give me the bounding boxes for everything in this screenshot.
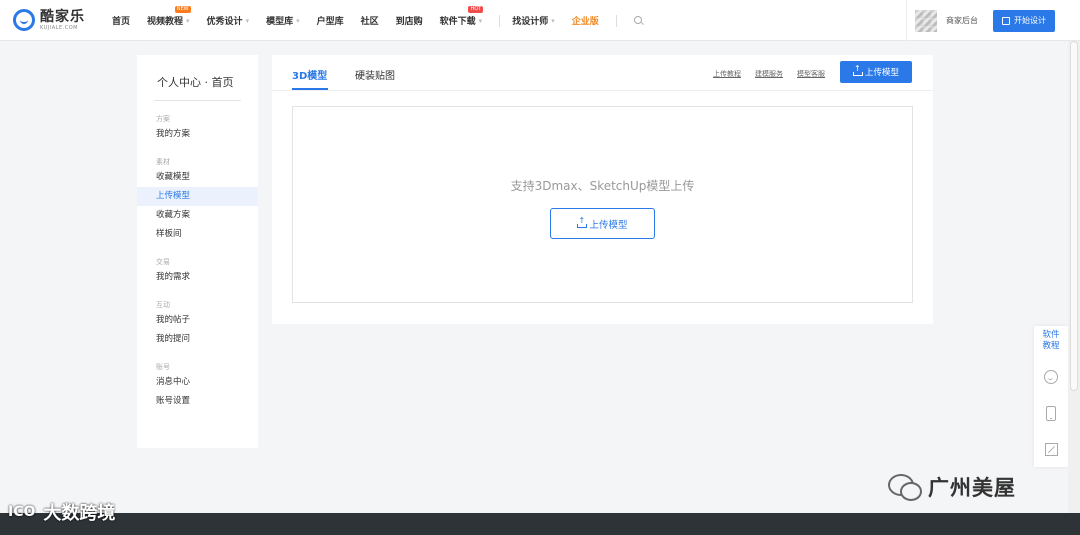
nav-featured-designs[interactable]: 优秀设计 ▾ (207, 14, 250, 28)
chevron-down-icon: ▾ (478, 16, 483, 25)
chevron-down-icon: ▾ (245, 16, 250, 25)
sidebar-divider (154, 100, 241, 101)
nav-floorplan-library[interactable]: 户型库 (317, 14, 344, 27)
watermark-text: 广州美屋 (928, 476, 1016, 500)
sidebar-group-trade: 交易 (156, 258, 170, 266)
page-scrollbar[interactable] (1068, 41, 1080, 513)
upload-icon (852, 64, 863, 76)
nav-enterprise[interactable]: 企业版 (572, 14, 599, 27)
nav-video-tutorials[interactable]: 视频教程 ▾ NEW (147, 6, 191, 27)
sidebar-item-my-requests[interactable]: 我的需求 (137, 268, 258, 287)
sidebar-title[interactable]: 个人中心 · 首页 (137, 55, 258, 100)
main-nav: 首页 视频教程 ▾ NEW 优秀设计 ▾ 模型库 ▾ 户型库 社区 到店购 软件下载 ▾ H… (112, 0, 645, 41)
scrollbar-thumb[interactable] (1070, 41, 1078, 391)
personal-center-sidebar: 个人中心 · 首页 方案 我的方案 素材 收藏模型 上传模型 收藏方案 样板间 … (137, 55, 258, 448)
merchant-backend-link[interactable]: 商家后台 (946, 15, 978, 26)
sidebar-item-message-center[interactable]: 消息中心 (137, 373, 258, 392)
nav-model-library[interactable]: 模型库 ▾ (266, 14, 300, 28)
upload-model-panel: 3D模型 硬装贴图 上传教程 建模服务 模型客服 上传模型 支持3Dmax、Sk… (272, 55, 933, 324)
model-support-link[interactable]: 模型客服 (797, 69, 825, 79)
help-links: 上传教程 建模服务 模型客服 (699, 69, 825, 79)
tab-3d-models[interactable]: 3D模型 (292, 67, 327, 82)
floating-toolbar: 软件 教程 (1034, 326, 1068, 467)
chevron-down-icon: ▾ (296, 16, 300, 25)
nav-find-designer[interactable]: 找设计师 ▾ (512, 14, 555, 28)
logo-name: 酷家乐 (40, 8, 85, 25)
sidebar-group-interaction: 互动 (156, 301, 170, 309)
search-icon[interactable] (633, 15, 645, 27)
nav-software-download[interactable]: 软件下载 ▾ HOT (440, 6, 484, 27)
nav-divider (615, 14, 617, 27)
upload-icon (577, 216, 588, 228)
sidebar-group-materials: 素材 (156, 158, 170, 166)
dropzone-hint: 支持3Dmax、SketchUp模型上传 (510, 179, 695, 193)
mobile-app-button[interactable] (1034, 395, 1068, 431)
software-tutorial-link[interactable]: 软件 教程 (1034, 326, 1068, 359)
upload-tutorial-link[interactable]: 上传教程 (713, 69, 741, 79)
active-tab-indicator (292, 88, 328, 90)
tab-bar: 3D模型 硬装贴图 上传教程 建模服务 模型客服 上传模型 (272, 55, 933, 91)
wechat-watermark: 广州美屋 (888, 472, 1016, 502)
nav-store-purchase[interactable]: 到店购 (396, 14, 423, 27)
tab-hard-decor-textures[interactable]: 硬装贴图 (355, 67, 395, 82)
start-design-button[interactable]: 开始设计 (993, 9, 1055, 32)
sidebar-group-account: 账号 (156, 363, 170, 371)
nav-divider (499, 14, 501, 27)
new-badge: NEW (174, 6, 191, 13)
customer-service-icon (1044, 370, 1058, 384)
upload-model-label: 上传模型 (864, 68, 899, 78)
modeling-service-link[interactable]: 建模服务 (755, 69, 783, 79)
customer-service-button[interactable] (1034, 359, 1068, 395)
hot-badge: HOT (468, 6, 484, 13)
nav-home[interactable]: 首页 (112, 14, 130, 27)
sidebar-item-favorite-models[interactable]: 收藏模型 (137, 168, 258, 187)
chevron-down-icon: ▾ (186, 16, 190, 25)
mobile-icon (1046, 405, 1056, 421)
design-icon (1002, 16, 1010, 25)
bottom-bar (0, 513, 1080, 535)
kujiale-logo[interactable]: 酷家乐 KUJIALE.COM (13, 9, 85, 31)
feedback-edit-icon (1044, 442, 1058, 456)
sidebar-item-my-questions[interactable]: 我的提问 (137, 330, 258, 349)
sidebar-item-my-plans[interactable]: 我的方案 (137, 125, 258, 144)
sidebar-item-showrooms[interactable]: 样板间 (137, 225, 258, 244)
avatar[interactable] (914, 9, 937, 32)
wechat-icon (888, 474, 922, 501)
dropzone-upload-button[interactable]: 上传模型 (550, 208, 655, 239)
watermark-logo: ICO (8, 504, 36, 520)
sidebar-item-favorite-plans[interactable]: 收藏方案 (137, 206, 258, 225)
dropzone-upload-label: 上传模型 (589, 219, 628, 231)
sidebar-item-my-posts[interactable]: 我的帖子 (137, 311, 258, 330)
upload-model-button[interactable]: 上传模型 (840, 61, 912, 83)
sidebar-item-upload-models[interactable]: 上传模型 (137, 187, 258, 206)
start-design-label: 开始设计 (1014, 16, 1046, 25)
source-watermark: ICO 大数跨境 (8, 499, 115, 525)
sidebar-group-plans: 方案 (156, 115, 170, 123)
logo-icon (13, 9, 35, 31)
upload-dropzone[interactable]: 支持3Dmax、SketchUp模型上传 上传模型 (292, 106, 913, 303)
logo-domain: KUJIALE.COM (40, 24, 78, 31)
nav-community[interactable]: 社区 (361, 14, 379, 27)
user-avatar-area[interactable] (906, 0, 944, 41)
chevron-down-icon: ▾ (551, 16, 555, 25)
feedback-button[interactable] (1034, 431, 1068, 467)
watermark-source-text: 大数跨境 (43, 503, 116, 524)
sidebar-item-account-settings[interactable]: 账号设置 (137, 392, 258, 411)
top-navbar: 酷家乐 KUJIALE.COM 首页 视频教程 ▾ NEW 优秀设计 ▾ 模型库 ▾ 户… (0, 0, 1080, 41)
